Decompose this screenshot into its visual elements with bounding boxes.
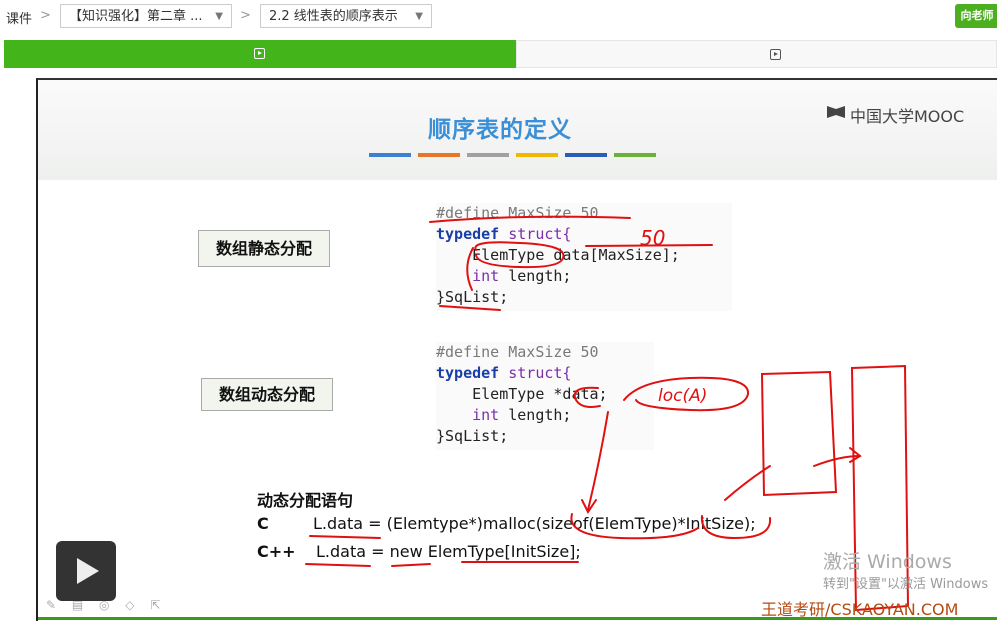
windows-activation-watermark: 激活 Windows: [823, 551, 952, 573]
windows-activation-hint: 转到"设置"以激活 Windows: [823, 577, 989, 592]
handwriting-50: 50: [640, 226, 665, 250]
progress-bar[interactable]: [38, 617, 997, 620]
handwriting-annotations: 50 loc(A): [305, 215, 910, 612]
handwriting-loc: loc(A): [658, 386, 707, 406]
play-button[interactable]: [56, 541, 116, 601]
annotation-toolbar[interactable]: ✎ ▤ ◎ ◇ ⇱: [46, 598, 166, 612]
